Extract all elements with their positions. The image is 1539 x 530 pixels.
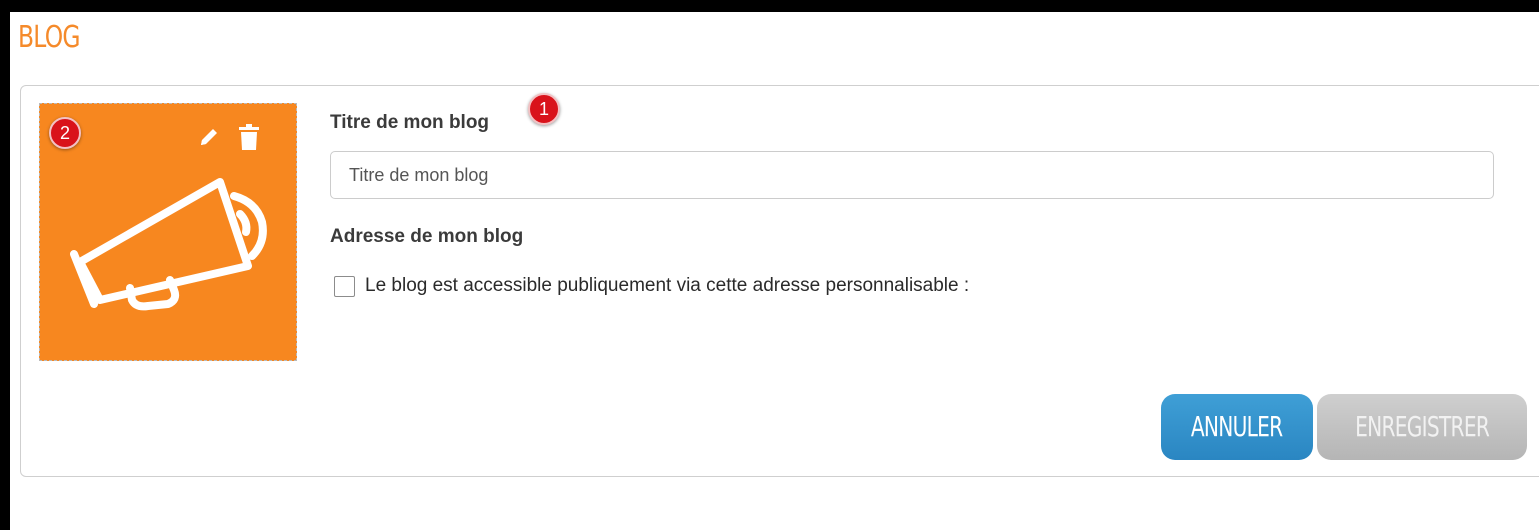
page-title: BLOG <box>18 20 80 55</box>
image-tools <box>196 124 262 150</box>
blog-address-label: Adresse de mon blog <box>330 226 524 247</box>
blog-title-input[interactable] <box>330 151 1494 199</box>
public-access-option[interactable]: Le blog est accessible publiquement via … <box>334 275 969 297</box>
blog-settings-card: 2 Titre de mon blog 1 Titre de mon blog … <box>20 85 1539 477</box>
save-button[interactable]: ENREGISTRER <box>1317 394 1527 460</box>
trash-icon[interactable] <box>236 124 262 150</box>
blog-image[interactable]: 2 <box>39 103 297 361</box>
blog-title-label: Titre de mon blog <box>330 112 490 133</box>
page: BLOG 2 Titre de mon blog 1 Titre de mon … <box>10 12 1539 530</box>
step-badge-2: 2 <box>49 117 81 149</box>
public-access-checkbox[interactable] <box>334 275 355 297</box>
save-button-label: ENREGISTRER <box>1354 410 1490 443</box>
pencil-icon[interactable] <box>196 124 222 150</box>
step-badge-1: 1 <box>528 93 560 125</box>
public-access-label: Le blog est accessible publiquement via … <box>365 275 970 296</box>
cancel-button[interactable]: ANNULER <box>1161 394 1313 460</box>
cancel-button-label: ANNULER <box>1191 410 1283 443</box>
